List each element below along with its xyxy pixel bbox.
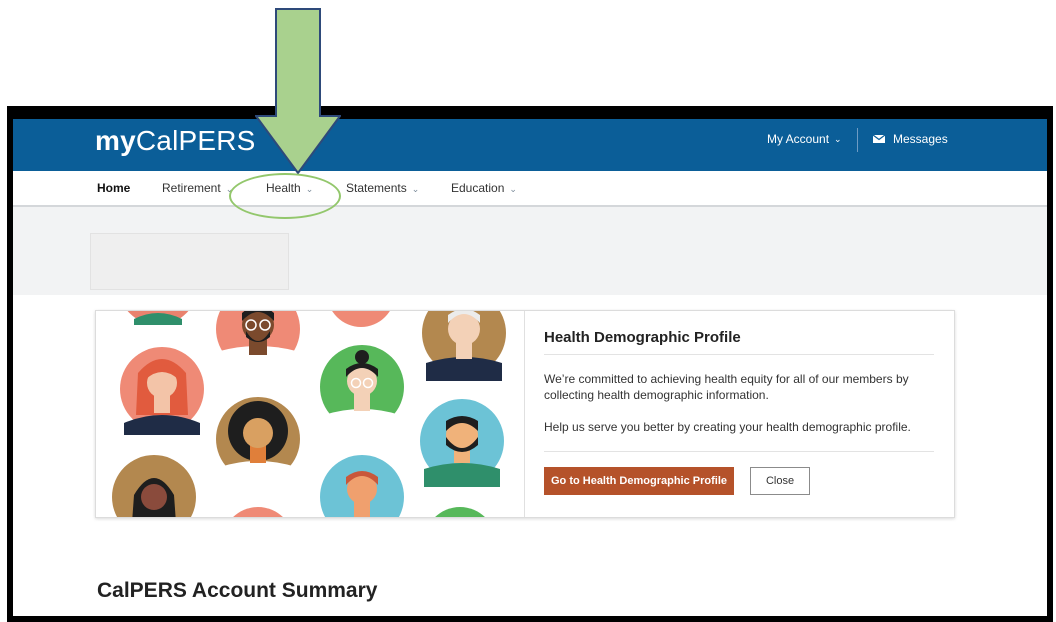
envelope-icon — [873, 135, 885, 143]
top-header: myCalPERS My Account ⌄ Messages — [13, 119, 1047, 171]
loading-placeholder — [90, 233, 289, 290]
card-description: We’re committed to achieving health equi… — [544, 372, 909, 402]
card-divider — [544, 354, 934, 355]
messages-link[interactable]: Messages — [873, 132, 948, 146]
nav-statements[interactable]: Statements ⌄ — [346, 181, 419, 195]
chevron-down-icon: ⌄ — [411, 184, 420, 194]
mycalpers-logo[interactable]: myCalPERS — [95, 125, 256, 157]
card-title: Health Demographic Profile — [544, 329, 741, 346]
health-profile-card: Health Demographic Profile We’re committ… — [95, 310, 955, 518]
faces-artwork — [112, 311, 506, 517]
account-summary-heading: CalPERS Account Summary — [97, 579, 378, 602]
messages-label: Messages — [893, 132, 948, 146]
nav-education-label: Education — [451, 181, 505, 195]
hero-band — [13, 207, 1047, 295]
nav-statements-label: Statements — [346, 181, 407, 195]
go-to-health-profile-button[interactable]: Go to Health Demographic Profile — [544, 467, 734, 495]
health-highlight-ellipse — [229, 173, 341, 219]
main-nav: Home Retirement ⌄ Health ⌄ Statements ⌄ Edu… — [13, 171, 1047, 207]
header-divider — [857, 128, 858, 152]
chevron-down-icon: ⌄ — [834, 134, 842, 144]
card-cta-text: Help us serve you better by creating you… — [544, 420, 911, 434]
close-button[interactable]: Close — [750, 467, 810, 495]
chevron-down-icon: ⌄ — [509, 184, 517, 194]
nav-home-label: Home — [97, 181, 131, 195]
my-account-menu[interactable]: My Account ⌄ — [767, 132, 842, 146]
nav-education[interactable]: Education ⌄ — [451, 181, 517, 195]
nav-retirement-label: Retirement — [162, 181, 221, 195]
nav-retirement[interactable]: Retirement ⌄ — [162, 181, 233, 195]
nav-home[interactable]: Home — [97, 181, 130, 195]
browser-viewport: myCalPERS My Account ⌄ Messages Home Reti… — [13, 119, 1047, 616]
logo-calpers: CalPERS — [135, 125, 256, 156]
annotation-arrow — [255, 8, 341, 174]
diverse-faces-illustration — [96, 311, 525, 517]
logo-my: my — [95, 125, 136, 156]
my-account-label: My Account — [767, 132, 830, 146]
card-divider — [544, 451, 934, 452]
